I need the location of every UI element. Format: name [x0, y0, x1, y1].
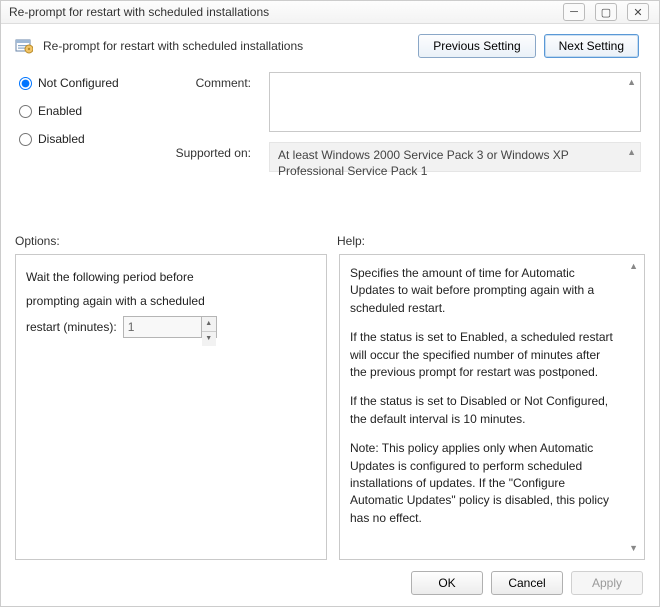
- section-labels: Options: Help:: [1, 216, 659, 254]
- window-controls: ─ ▢ ✕: [563, 3, 649, 21]
- help-paragraph: If the status is set to Disabled or Not …: [350, 393, 620, 428]
- radio-disabled[interactable]: Disabled: [19, 132, 147, 146]
- scroll-up-icon[interactable]: ▲: [627, 147, 636, 159]
- help-paragraph: If the status is set to Enabled, a sched…: [350, 329, 620, 381]
- panes: Wait the following period before prompti…: [1, 254, 659, 560]
- restart-minutes-stepper[interactable]: ▲ ▼: [123, 316, 217, 338]
- option-row: restart (minutes): ▲ ▼: [26, 315, 316, 339]
- maximize-icon[interactable]: ▢: [595, 3, 617, 21]
- radio-enabled[interactable]: Enabled: [19, 104, 147, 118]
- supported-field: At least Windows 2000 Service Pack 3 or …: [269, 142, 641, 172]
- scroll-up-icon[interactable]: ▲: [629, 261, 638, 271]
- option-description: Wait the following period before prompti…: [26, 265, 316, 339]
- scroll-up-icon[interactable]: ▲: [627, 77, 636, 87]
- policy-title: Re-prompt for restart with scheduled ins…: [43, 39, 303, 53]
- radio-not-configured[interactable]: Not Configured: [19, 76, 147, 90]
- supported-text: At least Windows 2000 Service Pack 3 or …: [278, 148, 569, 178]
- ok-button[interactable]: OK: [411, 571, 483, 595]
- radio-label: Disabled: [38, 132, 85, 146]
- next-setting-button[interactable]: Next Setting: [544, 34, 639, 58]
- options-heading: Options:: [15, 234, 337, 248]
- radio-not-configured-input[interactable]: [19, 77, 32, 90]
- previous-setting-button[interactable]: Previous Setting: [418, 34, 535, 58]
- option-spinner-label: restart (minutes):: [26, 315, 117, 339]
- spinner-down-icon[interactable]: ▼: [202, 332, 216, 346]
- options-pane: Wait the following period before prompti…: [15, 254, 327, 560]
- help-pane: ▲ Specifies the amount of time for Autom…: [339, 254, 645, 560]
- comment-field[interactable]: ▲: [269, 72, 641, 132]
- radio-group: Not Configured Enabled Disabled: [19, 72, 147, 216]
- header-row: Re-prompt for restart with scheduled ins…: [1, 24, 659, 68]
- comment-label: Comment:: [165, 76, 251, 90]
- content: Re-prompt for restart with scheduled ins…: [1, 24, 659, 606]
- radio-disabled-input[interactable]: [19, 133, 32, 146]
- scroll-down-icon[interactable]: ▼: [629, 543, 638, 553]
- window-title: Re-prompt for restart with scheduled ins…: [7, 5, 269, 19]
- spinner-buttons: ▲ ▼: [201, 316, 217, 338]
- help-heading: Help:: [337, 234, 645, 248]
- header-left: Re-prompt for restart with scheduled ins…: [15, 37, 303, 55]
- spinner-up-icon[interactable]: ▲: [202, 317, 216, 332]
- restart-minutes-input[interactable]: [123, 316, 201, 338]
- help-paragraph: Specifies the amount of time for Automat…: [350, 265, 620, 317]
- help-text: Specifies the amount of time for Automat…: [350, 265, 634, 527]
- close-icon[interactable]: ✕: [627, 3, 649, 21]
- footer: OK Cancel Apply: [1, 560, 659, 606]
- titlebar: Re-prompt for restart with scheduled ins…: [1, 1, 659, 24]
- help-paragraph: Note: This policy applies only when Auto…: [350, 440, 620, 527]
- radio-label: Enabled: [38, 104, 82, 118]
- cancel-button[interactable]: Cancel: [491, 571, 563, 595]
- option-line: Wait the following period before: [26, 265, 316, 289]
- form-fields: ▲ At least Windows 2000 Service Pack 3 o…: [269, 72, 645, 216]
- option-line: prompting again with a scheduled: [26, 289, 316, 313]
- minimize-icon[interactable]: ─: [563, 3, 585, 21]
- radio-enabled-input[interactable]: [19, 105, 32, 118]
- radio-label: Not Configured: [38, 76, 119, 90]
- supported-label: Supported on:: [165, 146, 251, 160]
- nav-buttons: Previous Setting Next Setting: [418, 34, 639, 58]
- apply-button[interactable]: Apply: [571, 571, 643, 595]
- dialog-window: Re-prompt for restart with scheduled ins…: [0, 0, 660, 607]
- form-labels: Comment: Supported on:: [165, 72, 251, 216]
- policy-icon: [15, 37, 33, 55]
- config-row: Not Configured Enabled Disabled Comment:…: [1, 68, 659, 216]
